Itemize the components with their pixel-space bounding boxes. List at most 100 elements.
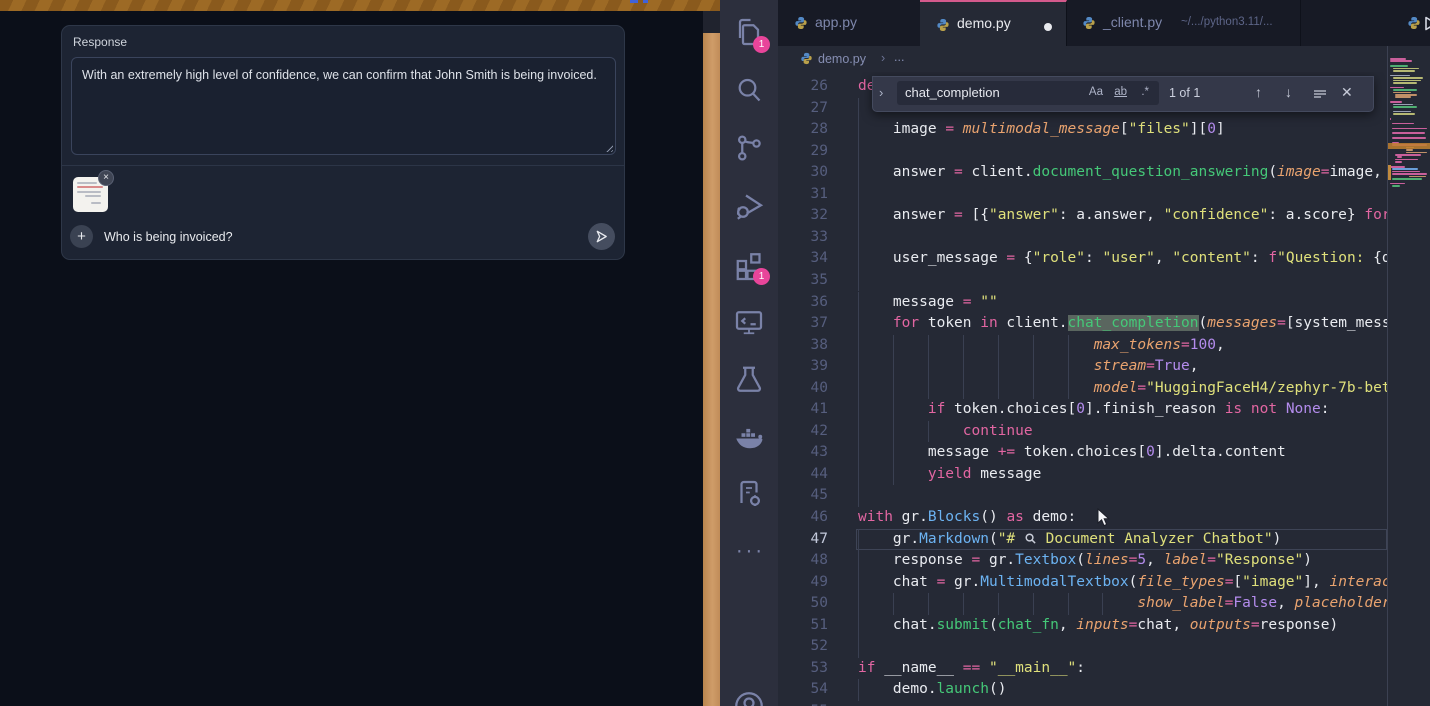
code-text: chat = gr.MultimodalTextbox(file_types=[… bbox=[858, 572, 1387, 594]
sidebar-item-container-tools[interactable] bbox=[731, 476, 767, 512]
find-input[interactable]: chat_completion Aa ab .* bbox=[897, 81, 1159, 105]
minimap-line bbox=[1390, 166, 1405, 168]
code-line[interactable]: 33 bbox=[778, 227, 1387, 249]
minimap-line bbox=[1393, 113, 1415, 115]
find-in-selection-button[interactable] bbox=[1313, 84, 1327, 104]
line-number: 45 bbox=[778, 485, 828, 507]
mouse-cursor bbox=[1097, 508, 1111, 533]
minimap-line bbox=[1395, 154, 1422, 156]
sidebar-item-testing[interactable] bbox=[731, 361, 767, 397]
code-line[interactable]: 49 chat = gr.MultimodalTextbox(file_type… bbox=[778, 572, 1387, 594]
code-line[interactable]: 48 response = gr.Textbox(lines=5, label=… bbox=[778, 550, 1387, 572]
send-button[interactable] bbox=[588, 223, 615, 250]
line-number: 27 bbox=[778, 98, 828, 120]
code-line[interactable]: 44 yield message bbox=[778, 464, 1387, 486]
python-file-icon bbox=[794, 16, 808, 33]
sidebar-item-extensions[interactable]: 1 bbox=[731, 246, 767, 282]
code-line[interactable]: 30 answer = client.document_question_ans… bbox=[778, 162, 1387, 184]
gradio-app-window: Response With an extremely high level of… bbox=[0, 11, 703, 706]
breadcrumb[interactable]: demo.py › ... bbox=[778, 46, 1387, 72]
code-line[interactable]: 41 if token.choices[0].finish_reason is … bbox=[778, 399, 1387, 421]
code-line[interactable]: 45 bbox=[778, 485, 1387, 507]
chat-input-row: + Who is being invoiced? bbox=[62, 216, 624, 259]
tab-demo-py[interactable]: demo.py bbox=[920, 0, 1067, 48]
line-number: 37 bbox=[778, 313, 828, 335]
minimap-line bbox=[1393, 92, 1411, 94]
sidebar-item-source-control[interactable] bbox=[731, 130, 767, 166]
breadcrumb-file[interactable]: demo.py bbox=[818, 52, 866, 66]
tab-client-py[interactable]: _client.py ~/.../python3.11/... bbox=[1066, 0, 1301, 46]
minimap-line bbox=[1392, 128, 1426, 130]
minimap-line bbox=[1393, 70, 1415, 72]
whole-word-toggle[interactable]: ab bbox=[1114, 86, 1127, 98]
breadcrumb-symbol[interactable]: ... bbox=[894, 50, 904, 64]
code-line[interactable]: 28 image = multimodal_message["files"][0… bbox=[778, 119, 1387, 141]
code-line[interactable]: 53if __name__ == "__main__": bbox=[778, 658, 1387, 680]
minimap[interactable] bbox=[1388, 46, 1430, 706]
wallpaper-artifact bbox=[643, 0, 648, 3]
remove-attachment-button[interactable]: × bbox=[98, 170, 114, 186]
sidebar-item-docker[interactable] bbox=[731, 419, 767, 455]
toggle-replace-icon[interactable]: › bbox=[879, 85, 883, 100]
code-line[interactable]: 31 bbox=[778, 184, 1387, 206]
code-line[interactable]: 38 max_tokens=100, bbox=[778, 335, 1387, 357]
git-branch-icon bbox=[731, 130, 767, 166]
code-line[interactable]: 42 continue bbox=[778, 421, 1387, 443]
sidebar-item-search[interactable] bbox=[731, 72, 767, 108]
minimap-line bbox=[1393, 89, 1417, 91]
python-file-icon bbox=[936, 18, 950, 35]
code-editor[interactable]: 26de2728 image = multimodal_message["fil… bbox=[778, 72, 1387, 706]
sidebar-item-explorer[interactable]: 1 bbox=[731, 14, 767, 50]
code-line[interactable]: 29 bbox=[778, 141, 1387, 163]
run-button[interactable] bbox=[1421, 14, 1430, 37]
code-text: show_label=False, placeholder= bbox=[858, 593, 1387, 615]
match-case-toggle[interactable]: Aa bbox=[1089, 86, 1103, 98]
sidebar-item-more[interactable]: ··· bbox=[731, 537, 767, 573]
line-number: 51 bbox=[778, 615, 828, 637]
code-line[interactable]: 35 bbox=[778, 270, 1387, 292]
line-number: 35 bbox=[778, 270, 828, 292]
minimap-line bbox=[1393, 104, 1413, 106]
line-number: 38 bbox=[778, 335, 828, 357]
minimap-line bbox=[1393, 68, 1419, 70]
line-number: 53 bbox=[778, 658, 828, 680]
find-close-button[interactable]: ✕ bbox=[1341, 84, 1353, 101]
code-line[interactable]: 50 show_label=False, placeholder= bbox=[778, 593, 1387, 615]
find-previous-button[interactable]: ↑ bbox=[1255, 84, 1262, 100]
sidebar-item-account[interactable] bbox=[731, 688, 767, 706]
tab-app-py[interactable]: app.py bbox=[778, 0, 921, 46]
code-text: stream=True, bbox=[858, 356, 1198, 378]
account-icon bbox=[731, 688, 767, 706]
add-file-button[interactable]: + bbox=[70, 225, 93, 248]
code-line[interactable]: 52 bbox=[778, 636, 1387, 658]
response-text: With an extremely high level of confiden… bbox=[82, 66, 605, 84]
invoice-preview-line bbox=[85, 195, 101, 197]
code-line[interactable]: 51 chat.submit(chat_fn, inputs=chat, out… bbox=[778, 615, 1387, 637]
regex-toggle[interactable]: .* bbox=[1141, 86, 1149, 98]
code-line[interactable]: 34 user_message = {"role": "user", "cont… bbox=[778, 248, 1387, 270]
line-number: 39 bbox=[778, 356, 828, 378]
tab-partial[interactable] bbox=[1403, 0, 1421, 46]
indent-guide bbox=[858, 485, 859, 507]
code-line[interactable]: 39 stream=True, bbox=[778, 356, 1387, 378]
code-line[interactable]: 55 bbox=[778, 701, 1387, 706]
sidebar-item-run-debug[interactable] bbox=[731, 188, 767, 224]
minimap-line bbox=[1393, 80, 1421, 82]
modified-dot-icon[interactable] bbox=[1044, 23, 1052, 31]
resize-handle-icon[interactable] bbox=[604, 143, 613, 152]
line-number: 47 bbox=[778, 529, 828, 551]
code-line[interactable]: 37 for token in client.chat_completion(m… bbox=[778, 313, 1387, 335]
code-text: response = gr.Textbox(lines=5, label="Re… bbox=[858, 550, 1312, 572]
code-line[interactable]: 54 demo.launch() bbox=[778, 679, 1387, 701]
find-next-button[interactable]: ↓ bbox=[1285, 84, 1292, 100]
code-line[interactable]: 40 model="HuggingFaceH4/zephyr-7b-beta" bbox=[778, 378, 1387, 400]
code-line[interactable]: 43 message += token.choices[0].delta.con… bbox=[778, 442, 1387, 464]
chat-input[interactable]: Who is being invoiced? bbox=[104, 230, 233, 244]
code-line[interactable]: 36 message = "" bbox=[778, 292, 1387, 314]
code-line[interactable]: 32 answer = [{"answer": a.answer, "confi… bbox=[778, 205, 1387, 227]
sidebar-item-remote-explorer[interactable] bbox=[731, 304, 767, 340]
code-line[interactable]: 46with gr.Blocks() as demo: bbox=[778, 507, 1387, 529]
response-textarea[interactable]: With an extremely high level of confiden… bbox=[71, 57, 616, 155]
code-line[interactable]: 47 gr.Markdown("# Document Analyzer Chat… bbox=[778, 529, 1387, 551]
line-number: 31 bbox=[778, 184, 828, 206]
